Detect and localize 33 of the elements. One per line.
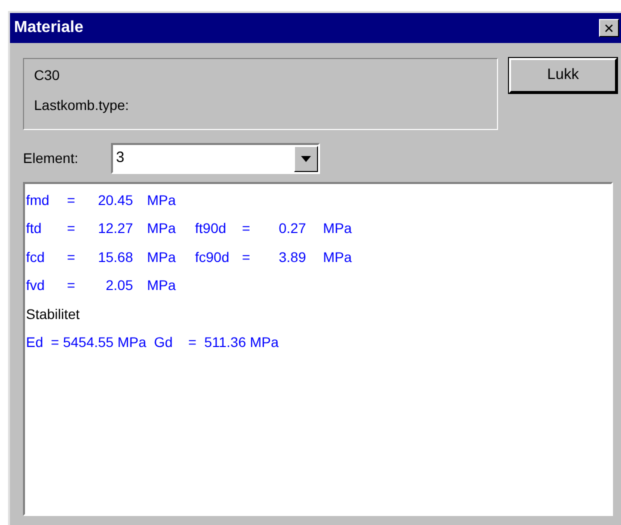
symbol-text: ftd bbox=[26, 219, 43, 238]
symbol-text: ft90d bbox=[195, 219, 228, 238]
material-text: C30 bbox=[34, 66, 61, 85]
value-text: 12.27 bbox=[96, 219, 133, 238]
unit-text: MPa bbox=[146, 190, 177, 210]
result-line: Ed = 5454.55 MPa Gd = 511.36 MPa bbox=[26, 333, 279, 352]
element-dropdown[interactable]: 3 bbox=[111, 143, 320, 174]
value-text: 3.89 bbox=[278, 248, 306, 267]
load-combination-label: Lastkomb.type: bbox=[34, 96, 130, 115]
value-text: 2.05 bbox=[104, 276, 133, 296]
symbol-text: fvd bbox=[26, 276, 46, 296]
unit-text: MPa bbox=[322, 248, 353, 267]
equals-text: = bbox=[242, 219, 252, 238]
equals-text: = bbox=[242, 248, 252, 267]
symbol-text: fmd bbox=[26, 190, 50, 210]
close-dialog-button[interactable]: Lukk bbox=[509, 58, 617, 93]
symbol-text: fc90d bbox=[195, 248, 230, 267]
close-button[interactable]: ✕ bbox=[599, 19, 619, 37]
equals-text: = bbox=[67, 248, 76, 267]
unit-text: MPa bbox=[322, 219, 353, 238]
element-label: Element: bbox=[23, 149, 80, 168]
unit-text: MPa bbox=[146, 276, 177, 296]
symbol-text: fcd bbox=[26, 248, 46, 267]
unit-text: MPa bbox=[146, 248, 177, 267]
equals-text: = bbox=[67, 219, 76, 238]
value-text: 0.27 bbox=[278, 219, 306, 238]
value-text: 20.45 bbox=[96, 190, 133, 210]
section-heading: Stabilitet bbox=[26, 304, 80, 324]
window-title: Materiale bbox=[14, 18, 84, 38]
equals-text: = bbox=[67, 190, 76, 210]
equals-text: = bbox=[67, 276, 76, 296]
unit-text: MPa bbox=[146, 219, 177, 238]
value-text: 15.68 bbox=[96, 248, 133, 267]
